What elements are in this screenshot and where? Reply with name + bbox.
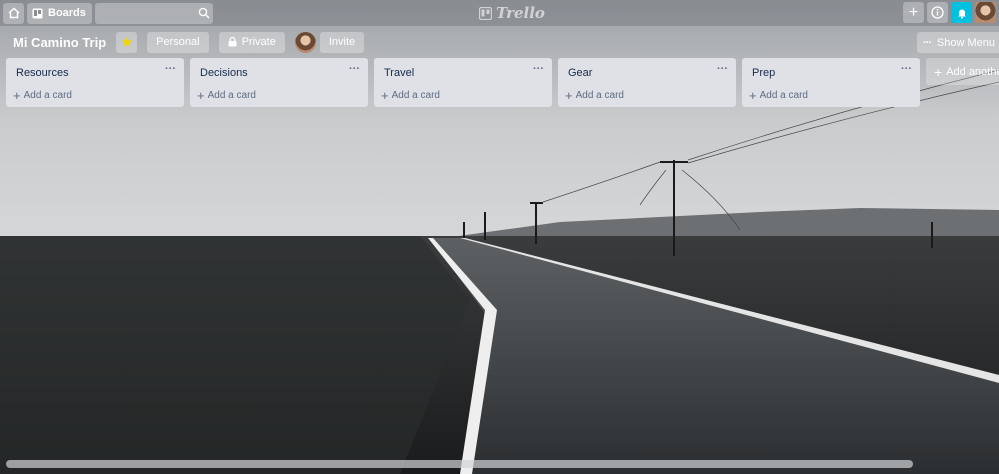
info-icon <box>931 6 944 19</box>
plus-icon: + <box>381 87 389 103</box>
plus-icon: + <box>13 87 21 103</box>
board-header: Mi Camino Trip Personal Private Invite ·… <box>0 30 999 54</box>
list-title[interactable]: Decisions <box>200 67 248 79</box>
list-menu-icon[interactable]: ··· <box>533 63 544 75</box>
search-icon[interactable] <box>198 7 210 19</box>
invite-button[interactable]: Invite <box>319 31 365 53</box>
horizontal-scrollbar[interactable] <box>6 460 913 468</box>
more-icon: ··· <box>922 36 932 49</box>
add-list-button[interactable]: + Add another list <box>926 58 999 85</box>
search-wrapper <box>94 2 216 24</box>
trello-logo[interactable]: Trello <box>479 4 545 22</box>
show-menu-button[interactable]: ··· Show Menu <box>916 32 999 53</box>
plus-icon: + <box>908 3 919 21</box>
logo-text: Trello <box>496 4 545 22</box>
add-list-label: Add another list <box>946 65 999 78</box>
list-travel: Travel ··· + Add a card <box>374 58 552 107</box>
list-menu-icon[interactable]: ··· <box>901 63 912 75</box>
plus-icon: + <box>749 87 757 103</box>
header-actions: + <box>903 2 996 23</box>
home-button[interactable] <box>3 2 24 24</box>
list-title[interactable]: Travel <box>384 67 414 79</box>
add-card-button[interactable]: + Add a card <box>13 87 72 103</box>
plus-icon: + <box>197 87 205 103</box>
lock-icon <box>228 37 237 47</box>
show-menu-label: Show Menu <box>936 36 995 49</box>
team-visibility-label: Personal <box>156 36 200 48</box>
top-header: Boards Trello + <box>0 0 999 26</box>
bell-icon <box>957 9 966 19</box>
notifications-button[interactable] <box>951 2 972 23</box>
list-prep: Prep ··· + Add a card <box>742 58 920 107</box>
list-menu-icon[interactable]: ··· <box>349 63 360 75</box>
list-menu-icon[interactable]: ··· <box>717 63 728 75</box>
plus-icon: + <box>565 87 573 103</box>
list-resources: Resources ··· + Add a card <box>6 58 184 107</box>
star-button[interactable] <box>116 31 138 53</box>
star-icon <box>121 36 132 47</box>
invite-label: Invite <box>328 36 356 48</box>
list-title[interactable]: Gear <box>568 67 592 79</box>
add-card-label: Add a card <box>759 90 808 101</box>
add-card-label: Add a card <box>391 90 440 101</box>
list-gear: Gear ··· + Add a card <box>558 58 736 107</box>
boards-icon <box>32 8 43 18</box>
add-card-label: Add a card <box>575 90 624 101</box>
boards-label: Boards <box>48 7 86 19</box>
privacy-button[interactable]: Private <box>218 31 285 53</box>
boards-button[interactable]: Boards <box>27 2 92 24</box>
list-title[interactable]: Resources <box>16 67 69 79</box>
add-card-button[interactable]: + Add a card <box>749 87 808 103</box>
home-icon <box>8 7 19 19</box>
member-avatar[interactable] <box>294 31 316 53</box>
search-input[interactable] <box>94 2 213 24</box>
add-card-button[interactable]: + Add a card <box>197 87 256 103</box>
privacy-label: Private <box>241 36 276 48</box>
add-card-label: Add a card <box>23 90 72 101</box>
add-card-button[interactable]: + Add a card <box>381 87 440 103</box>
add-card-button[interactable]: + Add a card <box>565 87 624 103</box>
board-lists: Resources ··· + Add a card Decisions ···… <box>6 58 999 107</box>
add-card-label: Add a card <box>207 90 256 101</box>
list-title[interactable]: Prep <box>752 67 775 79</box>
board-title[interactable]: Mi Camino Trip <box>13 35 106 50</box>
user-avatar[interactable] <box>975 2 996 23</box>
team-visibility-button[interactable]: Personal <box>147 31 209 53</box>
create-button[interactable]: + <box>903 2 924 23</box>
plus-icon: + <box>934 63 943 80</box>
list-decisions: Decisions ··· + Add a card <box>190 58 368 107</box>
list-menu-icon[interactable]: ··· <box>165 63 176 75</box>
info-button[interactable] <box>927 2 948 23</box>
trello-logo-icon <box>479 6 492 20</box>
